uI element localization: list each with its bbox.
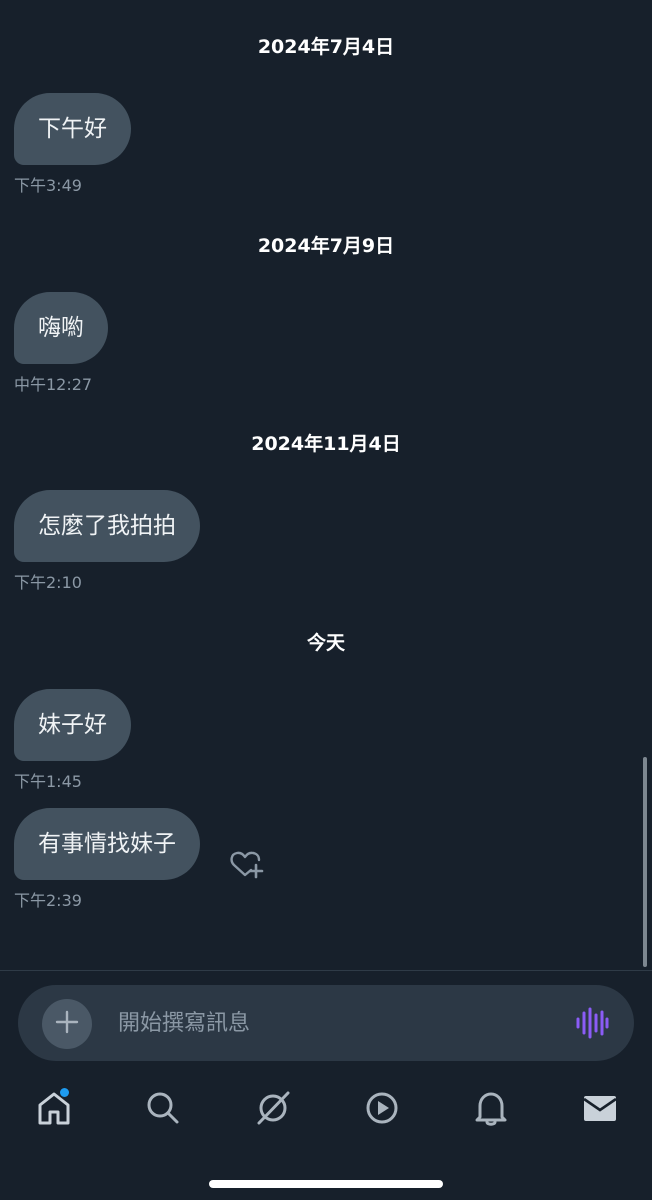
scrollbar[interactable] [643,757,647,967]
grok-icon [255,1090,291,1130]
voice-message-button[interactable] [574,1007,610,1039]
voice-waveform-icon [574,1007,610,1043]
mail-icon [582,1092,618,1128]
search-icon [146,1091,180,1129]
add-attachment-button[interactable] [42,999,92,1049]
composer-divider [0,970,652,971]
bell-icon [474,1090,508,1130]
message-timestamp: 中午12:27 [14,375,93,394]
message-bubble[interactable]: 有事情找妹子 [14,808,200,880]
message-composer [18,985,634,1061]
date-separator: 2024年11月4日 [251,433,401,455]
message-thread: 2024年7月4日 下午好 下午3:49 2024年7月9日 嗨喲 中午12:2… [0,0,652,970]
nav-video[interactable] [362,1090,402,1130]
message-bubble[interactable]: 怎麼了我拍拍 [14,490,200,562]
play-icon [365,1091,399,1129]
nav-notifications[interactable] [471,1090,511,1130]
nav-home[interactable] [34,1088,74,1130]
date-separator: 今天 [306,632,345,654]
nav-grok[interactable] [253,1090,293,1130]
heart-plus-icon[interactable] [229,846,265,880]
nav-messages[interactable] [580,1090,620,1130]
message-timestamp: 下午1:45 [14,772,82,791]
notification-dot [60,1088,69,1097]
message-timestamp: 下午2:10 [14,573,82,592]
plus-icon [55,1010,79,1038]
message-bubble[interactable]: 下午好 [14,93,131,165]
date-separator: 2024年7月9日 [257,235,395,257]
date-separator: 2024年7月4日 [257,36,395,58]
message-timestamp: 下午2:39 [14,891,82,910]
message-input[interactable] [118,1003,548,1043]
nav-search[interactable] [143,1090,183,1130]
home-indicator[interactable] [209,1180,443,1188]
bottom-navigation [0,1082,652,1142]
message-bubble[interactable]: 嗨喲 [14,292,108,364]
message-bubble[interactable]: 妹子好 [14,689,131,761]
message-timestamp: 下午3:49 [14,176,82,195]
